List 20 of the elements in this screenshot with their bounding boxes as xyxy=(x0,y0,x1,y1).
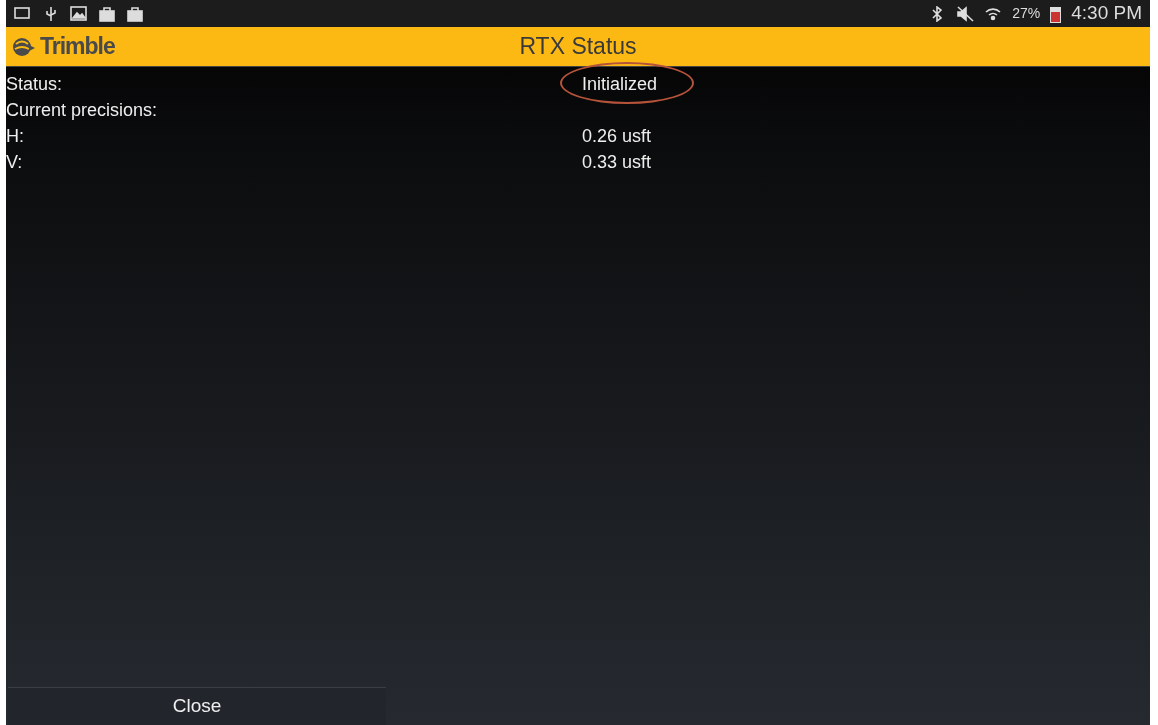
logo-icon xyxy=(10,35,36,58)
screen-title: RTX Status xyxy=(519,33,637,60)
field-value: 0.26 usft xyxy=(582,126,652,146)
field-label: Current precisions: xyxy=(6,99,159,122)
field-value: Initialized xyxy=(582,74,658,94)
wifi-icon xyxy=(984,5,1003,22)
bag-icon xyxy=(126,5,144,22)
bag-icon xyxy=(98,5,116,22)
clock-time: 4:30 PM xyxy=(1071,1,1142,26)
screen-icon xyxy=(14,5,32,22)
image-icon xyxy=(70,5,88,22)
field-label: H: xyxy=(6,125,25,148)
close-button[interactable]: Close xyxy=(8,687,386,725)
field-value: 0.33 usft xyxy=(582,152,652,172)
battery-icon xyxy=(1050,4,1062,23)
battery-percent: 27% xyxy=(1012,4,1041,23)
field-label: V: xyxy=(6,151,24,174)
logo-text: Trimble xyxy=(40,32,115,62)
field-label: Status: xyxy=(6,73,64,96)
mute-icon xyxy=(956,5,975,22)
